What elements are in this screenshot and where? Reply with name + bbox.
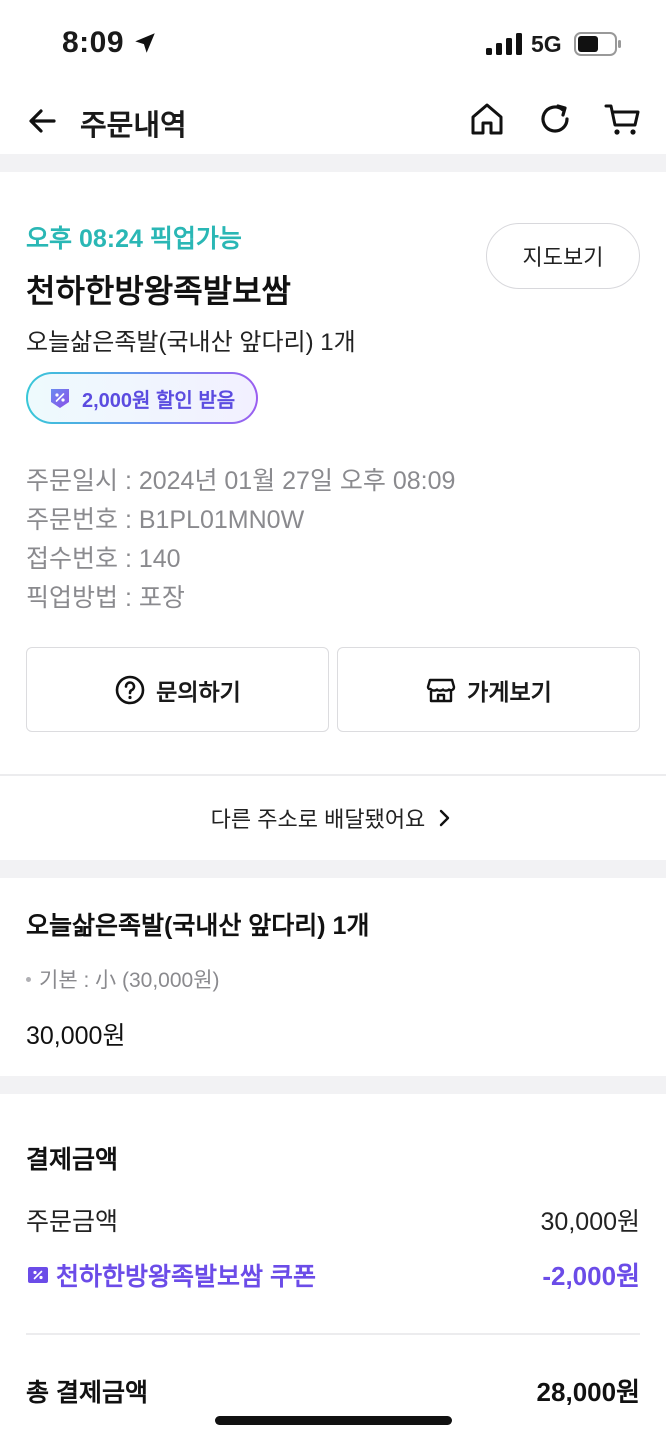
home-indicator[interactable] (215, 1416, 452, 1425)
signal-icon (486, 33, 522, 55)
status-bar: 8:09 5G (0, 0, 666, 88)
order-amount-label: 주문금액 (26, 1208, 119, 1236)
inquiry-button-label: 문의하기 (156, 678, 241, 705)
order-detail-page: 8:09 5G 주문내역 오후 08:24 픽업가능 천하한방왕족발보쌈 오늘삶… (0, 0, 666, 1440)
location-arrow-icon (135, 33, 155, 53)
store-name: 천하한방왕족발보쌈 (26, 273, 291, 309)
store-icon (426, 678, 456, 702)
section-divider-band (0, 860, 666, 878)
status-time: 8:09 (62, 26, 125, 59)
divider (26, 1333, 640, 1335)
store-view-button[interactable]: 가게보기 (337, 647, 640, 732)
wrong-address-label: 다른 주소로 배달됐어요 (210, 807, 426, 832)
discount-badge: 2,000원 할인 받음 (26, 372, 258, 424)
order-date: 주문일시 : 2024년 01월 27일 오후 08:09 (26, 467, 456, 495)
order-number: 주문번호 : B1PL01MN0W (26, 506, 305, 534)
battery-icon (574, 32, 621, 56)
refresh-icon[interactable] (534, 98, 576, 140)
section-divider-band (0, 1076, 666, 1094)
network-label: 5G (531, 31, 562, 57)
item-price: 30,000원 (26, 1022, 126, 1050)
pickup-time: 오후 08:24 픽업가능 (26, 225, 242, 253)
chevron-right-icon (440, 809, 450, 827)
payment-title: 결제금액 (26, 1146, 119, 1174)
discount-badge-label: 2,000원 할인 받음 (82, 389, 236, 412)
coupon-label: 천하한방왕족발보쌈 쿠폰 (26, 1257, 316, 1293)
back-arrow-icon[interactable] (22, 100, 64, 142)
inquiry-button[interactable]: 문의하기 (26, 647, 329, 732)
total-amount: 28,000원 (536, 1377, 640, 1407)
cart-icon[interactable] (602, 98, 644, 140)
order-amount-value: 30,000원 (540, 1208, 640, 1236)
home-icon[interactable] (466, 98, 508, 140)
item-option: 기본 : 小 (30,000원) (26, 964, 220, 994)
receipt-number: 접수번호 : 140 (26, 545, 181, 573)
total-label: 총 결제금액 (26, 1378, 148, 1407)
map-view-button[interactable]: 지도보기 (486, 223, 640, 289)
question-icon (115, 675, 145, 704)
page-title: 주문내역 (80, 110, 187, 142)
item-name: 오늘삶은족발(국내산 앞다리) 1개 (26, 912, 370, 940)
item-summary: 오늘삶은족발(국내산 앞다리) 1개 (26, 329, 356, 356)
total-row: 총 결제금액 28,000원 (26, 1372, 640, 1409)
pickup-method: 픽업방법 : 포장 (26, 584, 185, 612)
coupon-label-text: 천하한방왕족발보쌈 쿠폰 (56, 1262, 316, 1291)
section-divider-band (0, 154, 666, 172)
store-view-button-label: 가게보기 (467, 678, 552, 705)
app-header: 주문내역 (0, 88, 666, 154)
order-amount-row: 주문금액 30,000원 (26, 1202, 640, 1238)
coupon-icon (51, 389, 69, 408)
item-option-text: 기본 : 小 (30,000원) (39, 969, 220, 992)
coupon-amount: -2,000원 (542, 1261, 640, 1291)
bullet-icon (26, 976, 31, 982)
wrong-address-link[interactable]: 다른 주소로 배달됐어요 (0, 776, 666, 860)
coupon-icon (28, 1266, 48, 1283)
coupon-row: 천하한방왕족발보쌈 쿠폰 -2,000원 (26, 1256, 640, 1293)
